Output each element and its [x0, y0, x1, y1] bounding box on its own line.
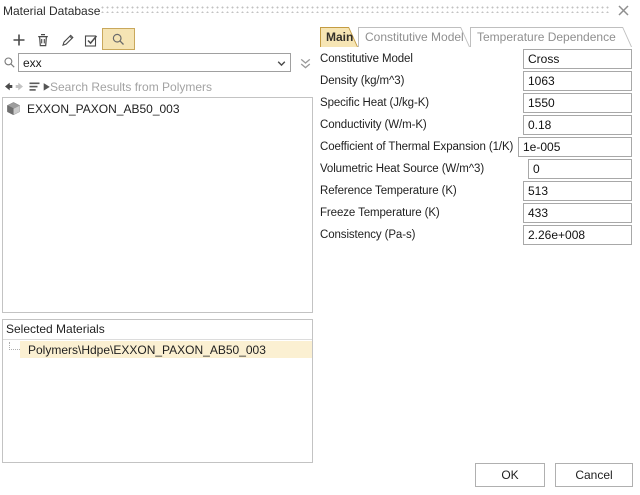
- field-conductivity[interactable]: [523, 115, 632, 135]
- field-label-reference-temperature: Reference Temperature (K): [320, 181, 457, 201]
- dialog-title: Material Database: [3, 4, 100, 18]
- magnifier-icon: [111, 32, 126, 47]
- field-density[interactable]: [523, 71, 632, 91]
- field-label-volumetric-heat-source: Volumetric Heat Source (W/m^3): [320, 159, 484, 179]
- field-consistency[interactable]: [523, 225, 632, 245]
- field-specific-heat[interactable]: [523, 93, 632, 113]
- field-thermal-expansion[interactable]: [518, 137, 632, 157]
- field-label-constitutive-model: Constitutive Model: [320, 49, 413, 69]
- chevron-down-icon[interactable]: [275, 57, 288, 70]
- tab-label: Temperature Dependence: [470, 27, 632, 47]
- field-freeze-temperature[interactable]: [523, 203, 632, 223]
- field-label-freeze-temperature: Freeze Temperature (K): [320, 203, 440, 223]
- search-results-list: [2, 97, 313, 313]
- add-material-button[interactable]: [9, 30, 29, 50]
- edit-material-button[interactable]: [58, 30, 78, 50]
- tab-temperature-dependence[interactable]: Temperature Dependence: [470, 27, 632, 47]
- field-label-conductivity: Conductivity (W/m-K): [320, 115, 427, 135]
- tab-main[interactable]: Main: [320, 27, 358, 47]
- material-database-dialog: Material Database: [0, 0, 640, 495]
- field-reference-temperature[interactable]: [523, 181, 632, 201]
- selected-material-row[interactable]: Polymers\Hdpe\EXXON_PAXON_AB50_003: [20, 341, 312, 358]
- search-input[interactable]: [19, 54, 276, 71]
- selected-materials-header: Selected Materials: [6, 322, 105, 336]
- field-volumetric-heat-source[interactable]: [528, 159, 632, 179]
- search-combobox: [18, 53, 291, 72]
- field-label-density: Density (kg/m^3): [320, 71, 404, 91]
- search-icon: [3, 56, 16, 69]
- selected-material-path: Polymers\Hdpe\EXXON_PAXON_AB50_003: [20, 343, 266, 357]
- material-name: EXXON_PAXON_AB50_003: [27, 102, 180, 116]
- material-cube-icon: [6, 101, 21, 116]
- tab-label: Constitutive Model: [358, 27, 470, 47]
- tab-constitutive-model[interactable]: Constitutive Model: [358, 27, 470, 47]
- checkbox-check-icon: [83, 32, 99, 48]
- field-label-specific-heat: Specific Heat (J/kg-K): [320, 93, 429, 113]
- breadcrumb-label: Search Results from Polymers: [50, 80, 212, 94]
- drag-handle-dots[interactable]: [100, 5, 610, 13]
- list-item-material[interactable]: EXXON_PAXON_AB50_003: [3, 100, 306, 117]
- pencil-icon: [60, 32, 76, 48]
- field-label-consistency: Consistency (Pa-s): [320, 225, 415, 245]
- field-label-thermal-expansion: Coefficient of Thermal Expansion (1/K): [320, 137, 513, 157]
- forward-arrow-icon[interactable]: [14, 80, 28, 94]
- search-material-button[interactable]: [102, 28, 135, 50]
- separator: [3, 339, 312, 340]
- ok-button[interactable]: OK: [475, 463, 545, 487]
- plus-icon: [11, 32, 27, 48]
- tree-connector: [9, 342, 20, 350]
- tab-label: Main: [320, 27, 358, 47]
- field-constitutive-model[interactable]: [523, 49, 632, 69]
- trash-icon: [35, 32, 51, 48]
- apply-material-button[interactable]: [81, 30, 101, 50]
- double-chevron-down-icon[interactable]: [298, 56, 313, 71]
- delete-material-button[interactable]: [33, 30, 53, 50]
- cancel-button[interactable]: Cancel: [555, 463, 633, 487]
- close-icon[interactable]: [616, 3, 631, 18]
